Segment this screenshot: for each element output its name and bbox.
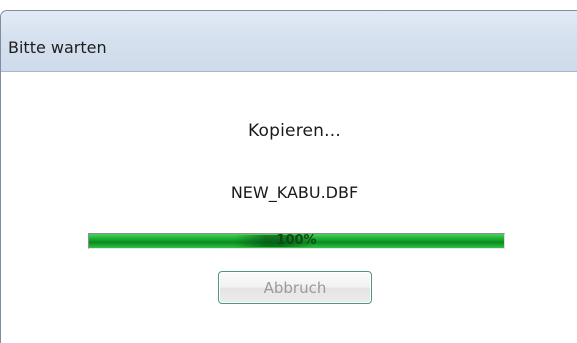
current-file-name: NEW_KABU.DBF: [230, 183, 359, 202]
progress-percent-label: 100%: [276, 233, 317, 248]
progress-bar: 100%: [88, 233, 505, 249]
cancel-button[interactable]: Abbruch: [218, 271, 372, 304]
progress-dialog-window: Bitte warten Kopieren... NEW_KABU.DBF 10…: [0, 10, 577, 343]
operation-status-text: Kopieren...: [248, 121, 341, 141]
dialog-content: Kopieren... NEW_KABU.DBF 100% Abbruch: [1, 72, 577, 343]
title-bar[interactable]: Bitte warten: [1, 11, 577, 72]
window-title: Bitte warten: [8, 38, 107, 57]
